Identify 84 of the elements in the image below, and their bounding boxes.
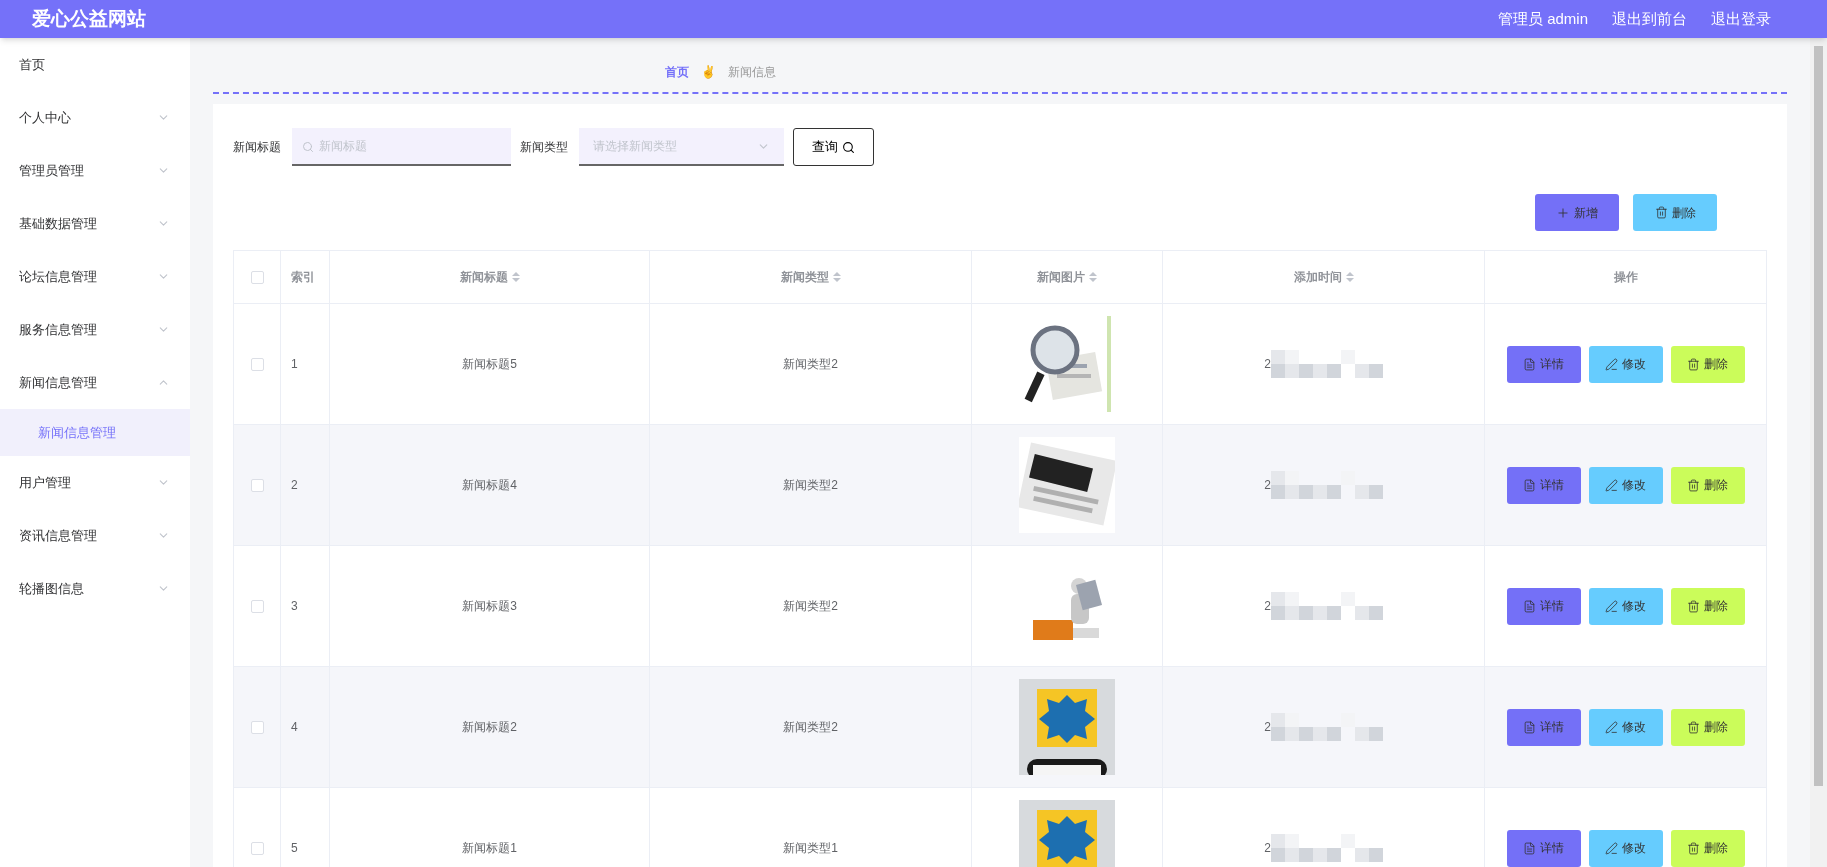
type-cell-text: 新闻类型2 (783, 477, 838, 494)
row-checkbox[interactable] (250, 478, 264, 492)
document-icon (1523, 720, 1536, 734)
title-cell-text: 新闻标题4 (462, 477, 517, 494)
row-action-button[interactable]: 修改 (1588, 829, 1663, 867)
index-cell-text: 3 (291, 598, 298, 615)
document-icon (1523, 599, 1536, 613)
sort-icon (1089, 272, 1097, 282)
pen-icon (1605, 599, 1618, 613)
column-header: 索引 (281, 251, 330, 303)
document-icon (1523, 478, 1536, 492)
time-cell-text: 2 (1264, 598, 1271, 615)
row-checkbox[interactable] (250, 357, 264, 371)
document-icon (1523, 357, 1536, 371)
breadcrumb-home[interactable]: 首页 (664, 63, 689, 81)
sidebar-item[interactable]: 资讯信息管理 (0, 509, 190, 562)
index-cell-text: 5 (291, 840, 298, 857)
title-cell-text: 新闻标题1 (462, 840, 517, 857)
document-icon (1523, 841, 1536, 855)
pen-icon (1605, 357, 1618, 371)
sidebar-item[interactable]: 轮播图信息 (0, 562, 190, 615)
query-button[interactable]: 查询 (793, 128, 874, 166)
row-action-button[interactable]: 删除 (1670, 587, 1745, 625)
index-cell-text: 2 (291, 477, 298, 494)
sidebar-item[interactable]: 基础数据管理 (0, 197, 190, 250)
time-cell-text: 2 (1264, 840, 1271, 857)
trash-icon (1654, 206, 1668, 219)
row-action-button[interactable]: 修改 (1588, 466, 1663, 504)
field-label: 新闻标题 (233, 139, 281, 156)
header-link[interactable]: 退出登录 (1711, 7, 1771, 31)
search-icon (302, 141, 314, 153)
breadcrumb-separator: ✌ (700, 64, 716, 81)
type-cell-text: 新闻类型2 (783, 719, 838, 736)
header-link[interactable]: 退出到前台 (1612, 7, 1687, 31)
sidebar-item[interactable]: 新闻信息管理 (0, 356, 190, 409)
search-icon (842, 140, 855, 154)
sidebar-item[interactable]: 服务信息管理 (0, 303, 190, 356)
sidebar-item[interactable]: 管理员管理 (0, 144, 190, 197)
title-cell-text: 新闻标题5 (462, 356, 517, 373)
trash-icon (1687, 720, 1700, 734)
row-action-button[interactable]: 修改 (1588, 708, 1663, 746)
row-checkbox[interactable] (250, 599, 264, 613)
row-action-button[interactable]: 修改 (1588, 345, 1663, 383)
row-action-button[interactable]: 删除 (1670, 466, 1745, 504)
scrollbar[interactable] (1810, 38, 1827, 867)
pen-icon (1605, 478, 1618, 492)
trash-icon (1687, 599, 1700, 613)
type-cell-text: 新闻类型2 (783, 598, 838, 615)
breadcrumb-current: 新闻信息 (727, 64, 776, 81)
time-cell-text: 2 (1264, 356, 1271, 373)
trash-icon (1687, 841, 1700, 855)
pen-icon (1605, 720, 1618, 734)
sidebar-item[interactable]: 个人中心 (0, 91, 190, 144)
row-action-button[interactable]: 删除 (1670, 708, 1745, 746)
column-header: 操作 (1612, 269, 1639, 286)
select-all-checkbox[interactable] (250, 270, 264, 284)
type-cell-text: 新闻类型1 (783, 840, 838, 857)
row-action-button[interactable]: 删除 (1670, 345, 1745, 383)
sidebar-item[interactable]: 论坛信息管理 (0, 250, 190, 303)
sort-icon (1345, 272, 1354, 282)
time-cell-text: 2 (1264, 719, 1271, 736)
field-label: 新闻类型 (520, 139, 568, 156)
time-cell-text: 2 (1264, 477, 1271, 494)
row-checkbox[interactable] (250, 841, 264, 855)
pen-icon (1605, 841, 1618, 855)
plus-icon (1556, 205, 1570, 220)
title-cell-text: 新闻标题3 (462, 598, 517, 615)
sidebar-item[interactable]: 用户管理 (0, 456, 190, 509)
toolbar-button[interactable]: 删除 (1633, 194, 1717, 231)
sort-icon (511, 272, 520, 282)
trash-icon (1687, 478, 1700, 492)
type-cell-text: 新闻类型2 (783, 356, 838, 373)
row-checkbox[interactable] (250, 720, 264, 734)
trash-icon (1687, 357, 1700, 371)
row-action-button[interactable]: 删除 (1670, 829, 1745, 867)
index-cell-text: 4 (291, 719, 298, 736)
sidebar-subitem[interactable]: 新闻信息管理 (0, 409, 190, 456)
title-cell-text: 新闻标题2 (462, 719, 517, 736)
row-action-button[interactable]: 修改 (1588, 587, 1663, 625)
sidebar-item[interactable]: 首页 (0, 38, 190, 91)
site-title: 爱心公益网站 (32, 6, 146, 31)
sort-icon (832, 272, 841, 282)
user-label: 管理员 admin (1497, 8, 1588, 29)
index-cell-text: 1 (291, 356, 298, 373)
